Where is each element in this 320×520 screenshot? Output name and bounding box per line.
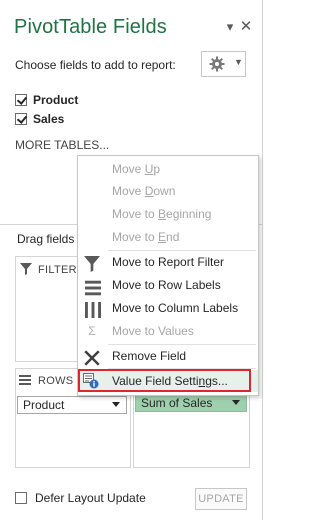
menu-item-move-to-beginning[interactable]: Move to Beginning	[78, 203, 258, 225]
menu-label: eginning	[166, 207, 212, 221]
menu-label: Move to Row Labels	[112, 278, 221, 292]
chevron-down-icon: ▾	[226, 19, 234, 34]
field-item-sales[interactable]: Sales	[15, 109, 78, 128]
menu-label: Move to Report Filter	[112, 255, 225, 269]
menu-label: p	[153, 162, 161, 176]
update-button[interactable]: UPDATE	[195, 488, 247, 510]
menu-label: Move	[112, 162, 145, 176]
menu-label-accel: B	[158, 207, 167, 221]
menu-label: own	[153, 184, 176, 198]
rows-icon	[19, 375, 31, 385]
values-field-label: Sum of Sales	[141, 396, 213, 410]
menu-item-move-to-end[interactable]: Move to End	[78, 226, 258, 248]
gear-icon	[209, 56, 225, 72]
menu-item-move-to-values[interactable]: Σ Move to Values	[78, 320, 258, 342]
columns-icon	[85, 302, 101, 318]
field-label: Sales	[33, 111, 65, 126]
close-button[interactable]: ✕	[238, 18, 254, 36]
field-context-menu: Move Up Move Down Move to Beginning Move…	[77, 155, 259, 396]
values-field-sum-of-sales[interactable]: Sum of Sales	[135, 394, 247, 412]
highlight-annotation	[78, 369, 251, 392]
menu-label: Move	[112, 184, 145, 198]
pane-options-dropdown[interactable]: ▾	[222, 18, 238, 36]
menu-item-move-down[interactable]: Move Down	[78, 180, 258, 202]
sigma-icon: Σ	[88, 324, 96, 338]
remove-x-icon	[84, 350, 100, 366]
rows-field-product[interactable]: Product	[17, 396, 127, 414]
rows-field-label: Product	[23, 398, 65, 412]
menu-item-move-to-row-labels[interactable]: Move to Row Labels	[78, 274, 258, 296]
drag-fields-label: Drag fields	[17, 232, 75, 246]
field-label: Product	[33, 92, 79, 107]
menu-label: Move to Column Labels	[112, 301, 239, 315]
rows-icon	[85, 280, 101, 296]
menu-item-move-to-report-filter[interactable]: Move to Report Filter	[78, 251, 258, 273]
chevron-down-icon[interactable]	[232, 400, 240, 405]
menu-label: nd	[166, 230, 180, 244]
tools-button[interactable]: ▼	[201, 51, 246, 77]
chevron-down-icon[interactable]	[112, 402, 120, 407]
menu-label: Move to Values	[112, 324, 194, 338]
menu-item-move-up[interactable]: Move Up	[78, 158, 258, 180]
menu-label-accel: E	[158, 230, 167, 244]
choose-fields-label: Choose fields to add to report:	[15, 58, 176, 72]
pane-title: PivotTable Fields	[14, 16, 167, 38]
sales-checkbox[interactable]	[15, 112, 27, 125]
more-tables-link[interactable]: MORE TABLES...	[15, 138, 109, 152]
field-item-product[interactable]: Product	[15, 90, 78, 109]
menu-item-move-to-column-labels[interactable]: Move to Column Labels	[78, 297, 258, 319]
menu-label: Move to	[112, 207, 159, 221]
field-list: Product Sales	[15, 90, 78, 128]
filter-icon	[20, 263, 32, 275]
defer-layout-checkbox[interactable]	[15, 492, 27, 504]
close-icon: ✕	[239, 18, 253, 35]
product-checkbox[interactable]	[15, 93, 27, 106]
menu-item-remove-field[interactable]: Remove Field	[78, 345, 258, 367]
defer-layout-label: Defer Layout Update	[35, 491, 146, 505]
menu-label: Remove Field	[112, 349, 187, 363]
chevron-down-icon: ▼	[234, 57, 243, 67]
rows-area-label: ROWS	[38, 375, 74, 387]
menu-label: Move to	[112, 230, 159, 244]
filter-icon	[84, 256, 100, 272]
